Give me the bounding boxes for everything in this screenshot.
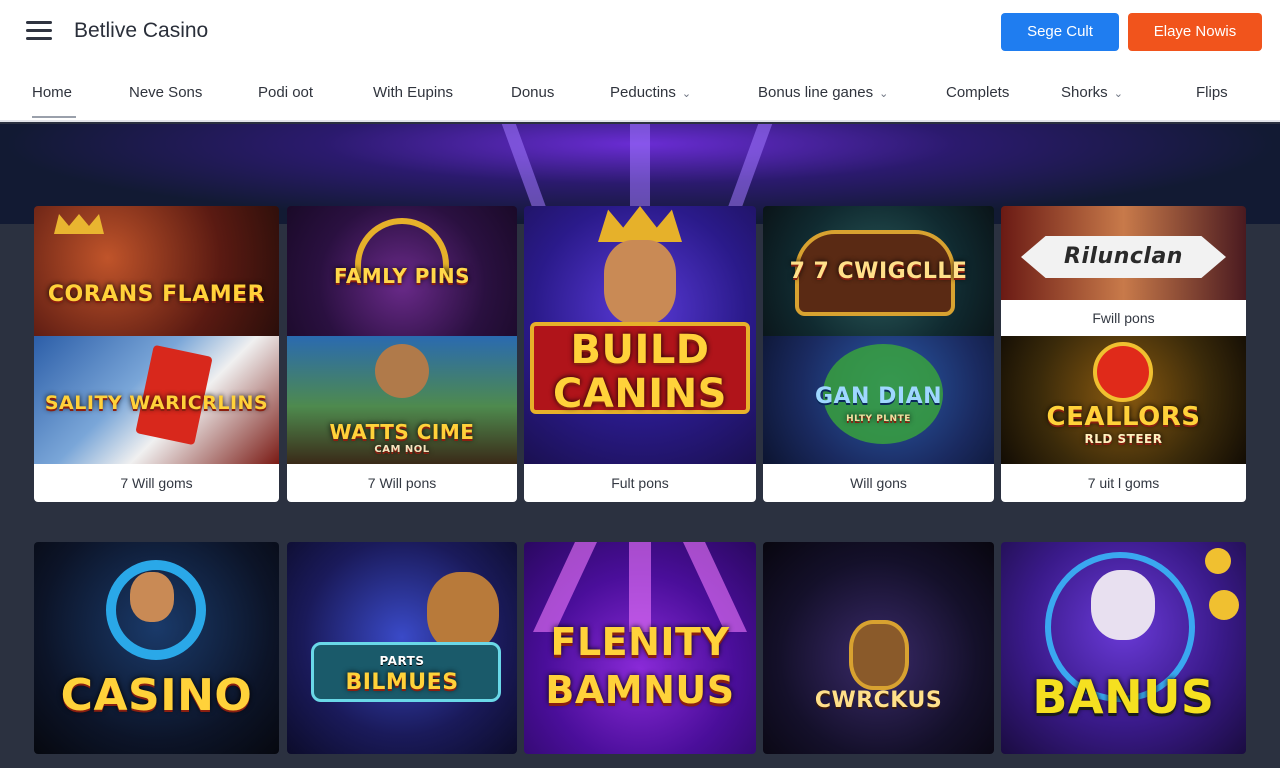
chevron-down-icon: ⌄ (681, 88, 692, 100)
game-title: Rilunclan (1064, 244, 1183, 269)
game-tile[interactable]: FLENITY BAMNUS (524, 542, 756, 754)
game-title: FLENITY BAMNUS (545, 620, 735, 712)
game-tile[interactable]: CWRCKUS (763, 542, 994, 754)
game-title: GAN DIAN (814, 384, 943, 409)
character-icon (130, 572, 174, 622)
game-subtitle: HLTY PLNTE (846, 414, 911, 424)
panda-icon (1091, 570, 1155, 640)
game-title: BUILD CANINS (553, 327, 727, 417)
game-subtitle: CAM NOL (374, 444, 430, 455)
coin-icon (1209, 590, 1239, 620)
brand-name[interactable]: Betlive Casino (74, 19, 208, 43)
nav-item-label: Podi oot (258, 84, 314, 101)
top-header: Betlive Casino Sege Cult Elaye Nowis (0, 0, 1280, 64)
game-title: FAMLY PINS (333, 264, 471, 288)
game-artwork: CEALLORS RLD STEER (1001, 336, 1246, 464)
king-face-icon (604, 240, 676, 324)
game-caption: 7 Will pons (287, 464, 517, 502)
game-tile[interactable]: PARTS BILMUES (287, 542, 517, 754)
game-artwork: WATTS CIME CAM NOL (287, 336, 517, 464)
coin-icon (1205, 548, 1231, 574)
chevron-down-icon: ⌄ (1113, 88, 1123, 100)
nav-item-podi-oot[interactable]: Podi oot (258, 84, 313, 101)
crown-icon (598, 206, 682, 242)
lion-icon (427, 572, 499, 652)
game-artwork: GAN DIAN HLTY PLNTE (763, 336, 994, 464)
game-tile[interactable]: FAMLY PINS WATTS CIME CAM NOL 7 Will pon… (287, 206, 517, 502)
nav-item-label: Neve Sons (129, 84, 203, 101)
nav-item-bonus-line-games[interactable]: Bonus line ganes ⌄ (758, 84, 888, 101)
game-tile[interactable]: CORANS FLAMER SALITY WARICRLINS 7 Will g… (34, 206, 279, 502)
game-subtitle: RLD STEER (1084, 432, 1163, 446)
game-caption: 7 Will goms (34, 464, 279, 502)
game-artwork: BUILD CANINS (524, 206, 756, 464)
nav-item-neve-sons[interactable]: Neve Sons (129, 84, 202, 101)
signup-button[interactable]: Sege Cult (1001, 13, 1119, 51)
nav-item-label: Donus (511, 84, 555, 101)
game-artwork: FAMLY PINS (287, 206, 517, 336)
game-caption: 7 uit l goms (1001, 464, 1246, 502)
game-title: CWRCKUS (814, 688, 943, 713)
game-title: BILMUES (345, 670, 459, 695)
nav-item-flips[interactable]: Flips (1196, 84, 1228, 101)
play-now-button[interactable]: Elaye Nowis (1128, 13, 1262, 51)
game-caption: Fult pons (524, 464, 756, 502)
game-artwork: 7 7 CWIGCLLE (763, 206, 994, 336)
game-title: CORANS FLAMER (47, 282, 266, 307)
hamburger-icon[interactable] (26, 21, 52, 43)
game-tile[interactable]: CASINO (34, 542, 279, 754)
game-title: 7 7 CWIGCLLE (789, 259, 968, 284)
nav-item-label: Peductins (610, 84, 676, 101)
crown-icon (54, 214, 104, 234)
nav-item-peductins[interactable]: Peductins ⌄ (610, 84, 691, 101)
game-title: SALITY WARICRLINS (44, 392, 269, 414)
game-artwork: CORANS FLAMER (34, 206, 279, 336)
game-tile[interactable]: Rilunclan Fwill pons CEALLORS RLD STEER … (1001, 206, 1246, 502)
character-icon (375, 344, 429, 398)
nav-item-complets[interactable]: Complets (946, 84, 1009, 101)
game-title: CASINO (60, 670, 253, 721)
nav-item-label: With Eupins (373, 84, 454, 101)
game-title: BANUS (1032, 670, 1215, 724)
nav-item-label: Complets (946, 84, 1010, 101)
nav-item-with-eupins[interactable]: With Eupins (373, 84, 453, 101)
nav-item-label: Bonus line ganes (758, 84, 874, 101)
game-subtitle: PARTS (379, 654, 425, 668)
game-caption: Fwill pons (1001, 300, 1246, 336)
nav-item-shorks[interactable]: Shorks ⌄ (1061, 84, 1123, 101)
game-caption: Will gons (763, 464, 994, 502)
nav-item-label: Shorks (1061, 84, 1108, 101)
nav-item-label: Home (32, 84, 73, 101)
game-tile[interactable]: BANUS (1001, 542, 1246, 754)
game-artwork: Rilunclan (1001, 206, 1246, 300)
main-nav: Home Neve Sons Podi oot With Eupins Donu… (0, 64, 1280, 122)
chevron-down-icon: ⌄ (879, 88, 889, 100)
game-tile[interactable]: 7 7 CWIGCLLE GAN DIAN HLTY PLNTE Will go… (763, 206, 994, 502)
game-tile[interactable]: BUILD CANINS Fult pons (524, 206, 756, 502)
active-tab-indicator (32, 116, 76, 118)
seven-icon (1093, 342, 1153, 402)
game-title: WATTS CIME (329, 420, 475, 444)
nav-item-donus[interactable]: Donus (511, 84, 554, 101)
nav-item-label: Flips (1196, 84, 1228, 101)
game-artwork: SALITY WARICRLINS (34, 336, 279, 464)
nav-item-home[interactable]: Home (32, 84, 72, 101)
character-icon (849, 620, 909, 690)
game-title: CEALLORS (1046, 402, 1201, 432)
